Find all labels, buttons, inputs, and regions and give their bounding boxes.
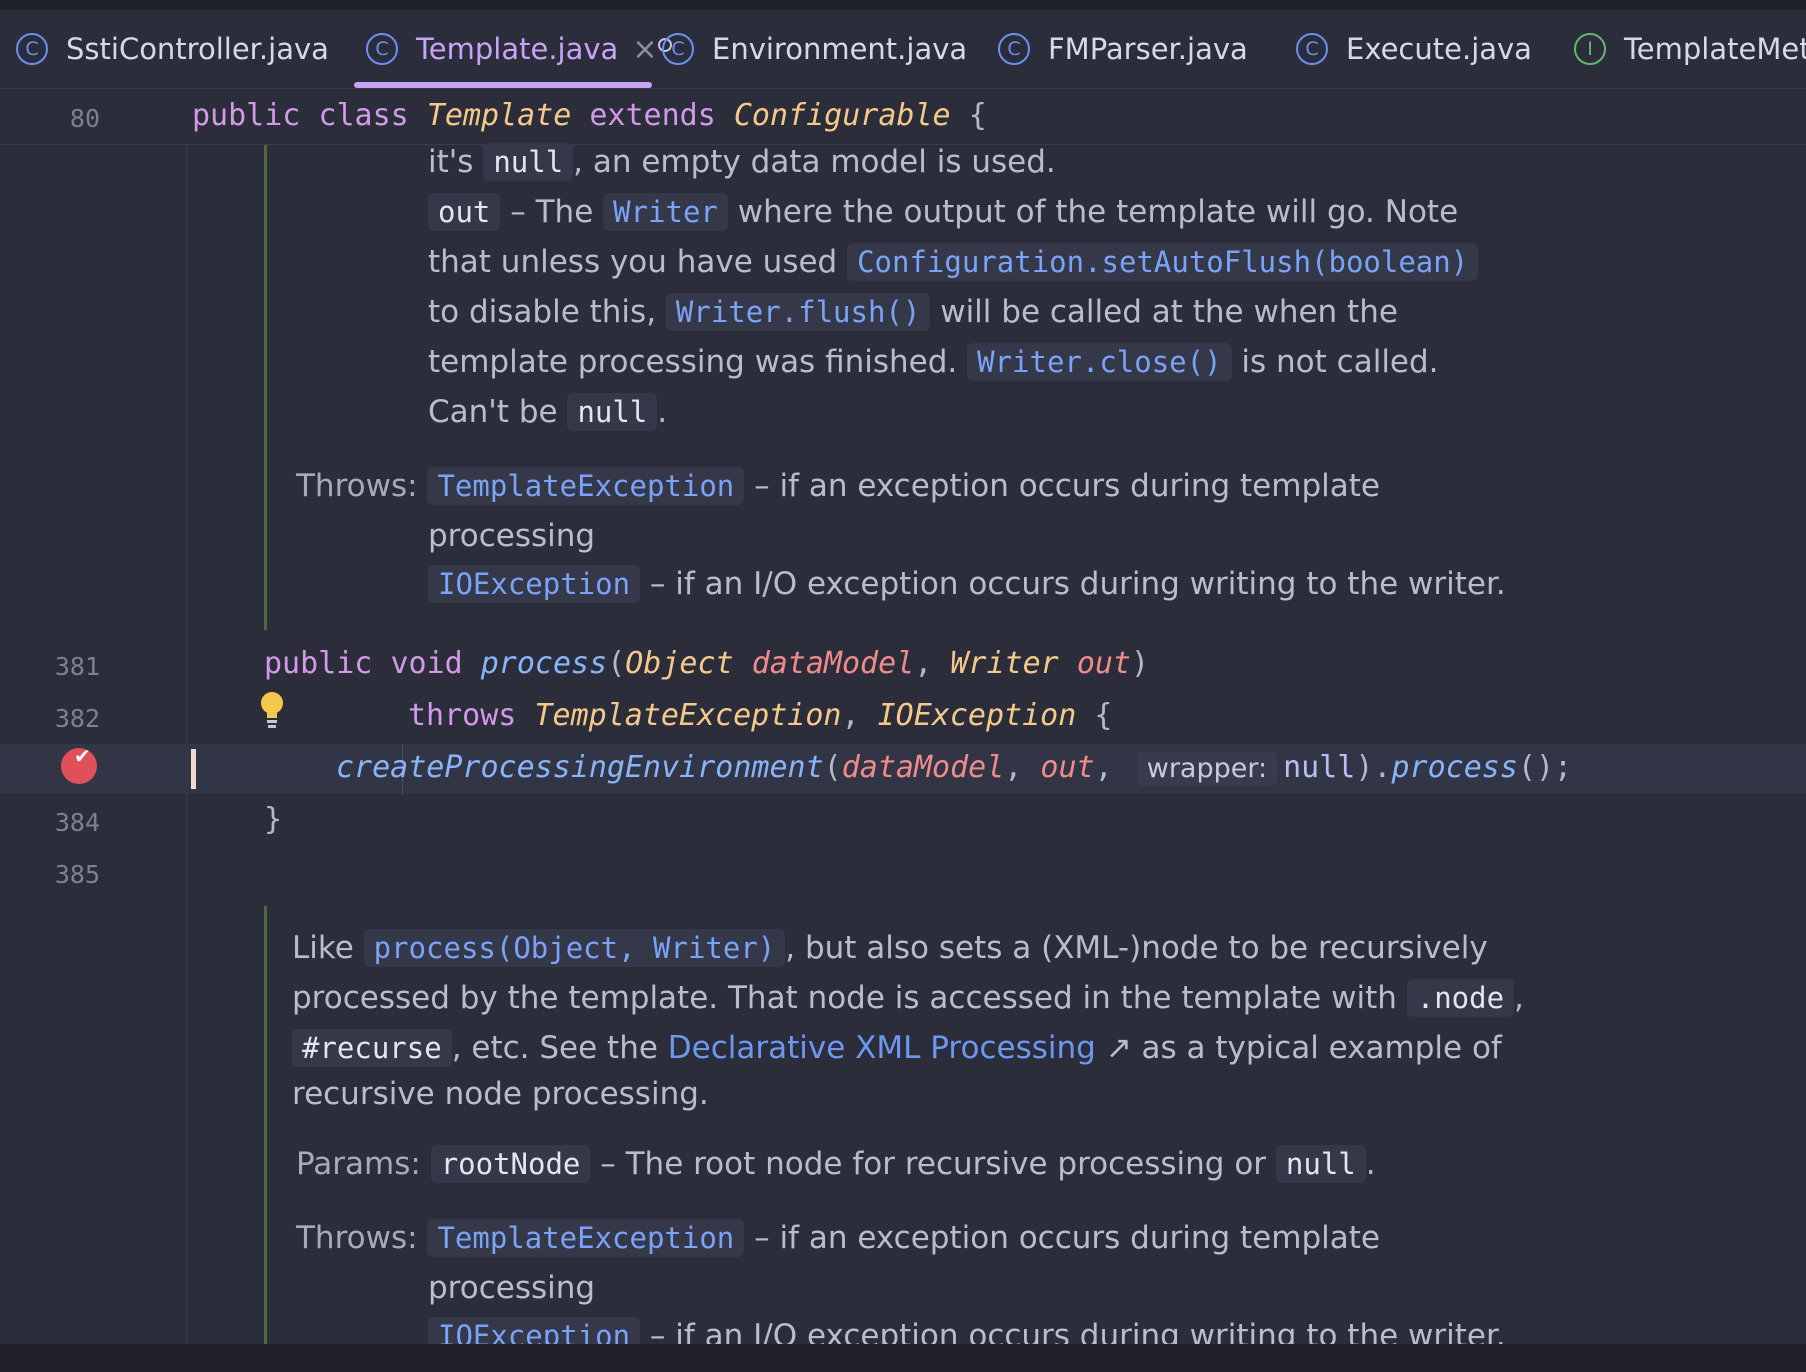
- tab-ssticontroller[interactable]: C SstiController.java: [16, 10, 329, 88]
- line-number: 382: [54, 704, 100, 733]
- method-call: createProcessingEnvironment: [336, 750, 824, 785]
- keyword: class: [318, 98, 409, 133]
- keyword: public: [192, 98, 301, 133]
- doc-line: #recurse, etc. See the Declarative XML P…: [292, 1029, 1502, 1067]
- doc-link-ioexception[interactable]: IOException: [428, 565, 641, 603]
- inline-code: #recurse: [292, 1029, 452, 1067]
- tab-execute[interactable]: C Execute.java: [1296, 10, 1532, 88]
- inline-code: rootNode: [430, 1145, 591, 1183]
- check-icon: ✔: [74, 744, 91, 768]
- doc-link-flush[interactable]: Writer.flush(): [665, 293, 931, 331]
- code-line-383[interactable]: createProcessingEnvironment(dataModel, o…: [336, 750, 1572, 786]
- throws-label: Throws:: [296, 468, 418, 504]
- external-doc-link[interactable]: Declarative XML Processing: [668, 1030, 1096, 1066]
- inline-code: null: [483, 143, 574, 181]
- doc-line: template processing was finished. Writer…: [428, 343, 1439, 381]
- doc-throws: Throws: TemplateException – if an except…: [296, 467, 1380, 505]
- doc-line: that unless you have used Configuration.…: [428, 243, 1479, 281]
- doc-comment-bar: [264, 906, 267, 1344]
- tab-label: FMParser.java: [1048, 32, 1248, 66]
- class-name: Template: [426, 98, 572, 133]
- doc-line: recursive node processing.: [292, 1076, 709, 1112]
- doc-line: processing: [428, 1270, 596, 1306]
- doc-line: processing: [428, 518, 596, 554]
- inline-code: null: [567, 393, 658, 431]
- class-icon: C: [16, 33, 48, 65]
- inline-code: out: [428, 193, 501, 231]
- tab-fmparser[interactable]: C FMParser.java: [998, 10, 1248, 88]
- tab-label: SstiController.java: [66, 32, 329, 66]
- doc-comment-bar: [264, 145, 267, 630]
- tab-label: TemplateMeth: [1624, 32, 1806, 66]
- tab-templatemeth[interactable]: I TemplateMeth: [1574, 10, 1806, 88]
- doc-line: IOException – if an I/O exception occurs…: [428, 565, 1506, 603]
- doc-throws: Throws: TemplateException – if an except…: [296, 1219, 1380, 1257]
- external-link-icon: ↗: [1105, 1030, 1132, 1066]
- class-icon: C: [662, 33, 694, 65]
- line-number: 80: [69, 104, 100, 133]
- doc-link-setautoflush[interactable]: Configuration.setAutoFlush(boolean): [847, 243, 1479, 281]
- doc-line: Can't be null.: [428, 393, 668, 431]
- tab-label: Execute.java: [1346, 32, 1532, 66]
- tab-template[interactable]: C Template.java ×: [366, 10, 657, 88]
- doc-line: it's null, an empty data model is used.: [428, 143, 1056, 181]
- doc-link-templateexception[interactable]: TemplateException: [427, 1219, 745, 1257]
- inline-code: .node: [1406, 979, 1515, 1017]
- code-line-382[interactable]: throws TemplateException, IOException {: [408, 698, 1112, 733]
- active-tab-indicator: [354, 82, 652, 88]
- close-icon[interactable]: ×: [632, 32, 657, 67]
- params-label: Params:: [296, 1146, 421, 1182]
- code-line-381[interactable]: public void process(Object dataModel, Wr…: [264, 646, 1149, 681]
- keyword: extends: [589, 98, 716, 133]
- doc-link-writer[interactable]: Writer: [603, 193, 728, 231]
- doc-line: processed by the template. That node is …: [292, 979, 1524, 1017]
- parameter-hint: wrapper:: [1136, 751, 1278, 786]
- line-number: 381: [54, 652, 100, 681]
- class-icon: C: [1296, 33, 1328, 65]
- tab-label: Template.java: [416, 32, 619, 66]
- doc-line: out – The Writer where the output of the…: [428, 193, 1458, 231]
- lightbulb-icon[interactable]: [258, 690, 288, 734]
- doc-line: to disable this, Writer.flush() will be …: [428, 293, 1398, 331]
- interface-icon: I: [1574, 33, 1606, 65]
- doc-link-templateexception[interactable]: TemplateException: [427, 467, 745, 505]
- brace: {: [968, 98, 987, 133]
- code-line-384[interactable]: }: [264, 802, 282, 837]
- doc-link-close[interactable]: Writer.close(): [967, 343, 1232, 381]
- class-icon: C: [366, 33, 398, 65]
- doc-params: Params: rootNode – The root node for rec…: [296, 1145, 1376, 1183]
- class-icon: C: [998, 33, 1030, 65]
- status-bar: [0, 1344, 1806, 1372]
- method-name: process: [480, 646, 608, 681]
- line-number: 384: [54, 808, 100, 837]
- line-number: 385: [54, 860, 100, 889]
- title-strip: [0, 0, 1806, 10]
- tab-environment[interactable]: C Environment.java: [662, 10, 967, 88]
- parent-class-name: Configurable: [733, 98, 951, 133]
- text-caret: [191, 749, 196, 789]
- sticky-class-header[interactable]: public class Template extends Configurab…: [192, 98, 987, 133]
- editor-tab-bar: C SstiController.java C Template.java × …: [0, 10, 1806, 89]
- doc-line: Like process(Object, Writer), but also s…: [292, 929, 1488, 967]
- inline-code: null: [1275, 1145, 1366, 1183]
- tab-label: Environment.java: [712, 32, 968, 66]
- doc-link-process[interactable]: process(Object, Writer): [363, 929, 786, 967]
- throws-label: Throws:: [296, 1220, 418, 1256]
